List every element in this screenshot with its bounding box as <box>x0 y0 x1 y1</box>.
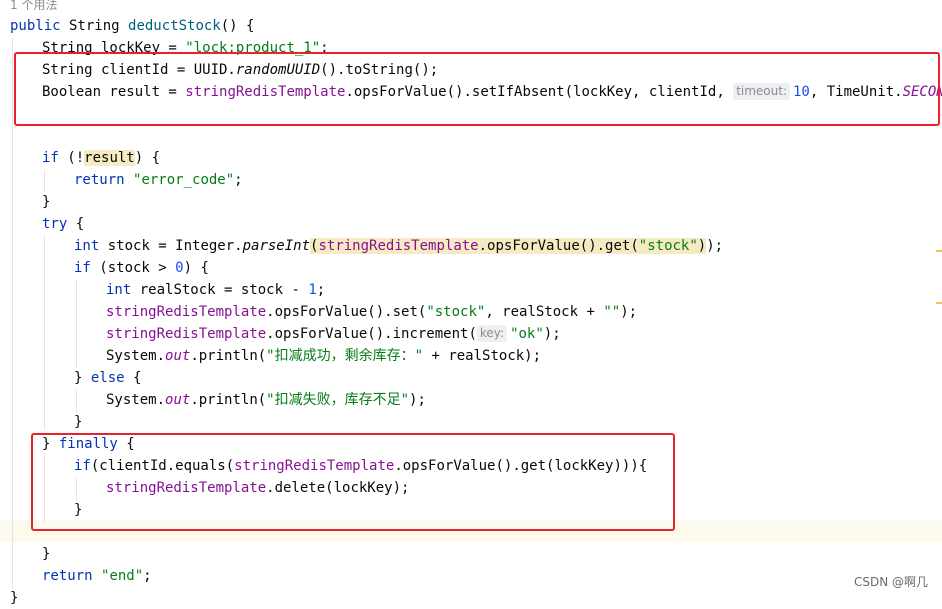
code-text: ; <box>143 568 152 584</box>
code-text: { <box>67 216 85 232</box>
method-name: deductStock <box>128 18 221 34</box>
scrollbar-warning-marker[interactable] <box>936 250 942 252</box>
keyword: else <box>90 370 125 386</box>
parameter-hint: key: <box>476 325 508 342</box>
code-line-increment[interactable]: stringRedisTemplate.opsForValue().increm… <box>106 323 561 345</box>
keyword: if <box>74 260 91 276</box>
code-line-if-result[interactable]: if (!result) { <box>42 147 160 169</box>
keyword: public <box>10 18 61 34</box>
code-text: { <box>124 370 142 386</box>
code-text: } <box>42 546 51 562</box>
indent-guide <box>44 236 45 430</box>
code-line-close-brace[interactable]: } <box>10 587 18 609</box>
code-text: .opsForValue().set( <box>266 304 427 320</box>
code-line-close-brace[interactable]: } <box>74 411 82 433</box>
field-reference: stringRedisTemplate <box>106 304 267 320</box>
indent-guide <box>44 170 45 192</box>
keyword: try <box>42 216 68 232</box>
string-literal: "ok" <box>510 326 544 342</box>
code-text: System. <box>106 348 166 364</box>
code-line-close-brace[interactable]: } <box>42 543 50 565</box>
code-line-method-signature[interactable]: public String deductStock() { <box>10 15 254 37</box>
code-text: () { <box>220 18 255 34</box>
code-line-realstock[interactable]: int realStock = stock - 1; <box>106 279 325 301</box>
code-text: (! <box>58 150 85 166</box>
code-text: ; <box>316 282 326 298</box>
code-text: .println( <box>190 348 267 364</box>
keyword: if <box>42 150 59 166</box>
code-line-return-end[interactable]: return "end"; <box>42 565 152 587</box>
code-text: (stock > <box>90 260 176 276</box>
code-text: } <box>42 194 51 210</box>
keyword: return <box>74 172 125 188</box>
code-text: } <box>74 414 83 430</box>
code-line-else[interactable]: } else { <box>74 367 141 389</box>
static-field-reference: out <box>165 392 191 408</box>
code-line-close-brace[interactable]: } <box>42 191 50 213</box>
keyword: int <box>106 282 132 298</box>
indent-guide <box>12 38 13 588</box>
code-text: System. <box>106 392 166 408</box>
code-text: ); <box>620 304 638 320</box>
string-literal: "error_code" <box>133 172 235 188</box>
usage-hint[interactable]: 1 个用法 <box>10 0 57 12</box>
indent-guide <box>76 390 77 412</box>
code-text: String <box>60 18 129 34</box>
keyword: int <box>74 238 100 254</box>
code-text: } <box>10 590 19 606</box>
string-literal: "end" <box>101 568 144 584</box>
static-field-reference: out <box>165 348 191 364</box>
matched-paren-region: (stringRedisTemplate.opsForValue().get("… <box>310 238 707 254</box>
keyword: return <box>42 568 93 584</box>
method-call: parseInt <box>242 238 311 254</box>
field-reference: stringRedisTemplate <box>106 326 267 342</box>
code-text: ); <box>409 392 426 408</box>
code-text: .println( <box>190 392 267 408</box>
code-text: ) { <box>183 260 209 276</box>
code-text: , realStock + <box>485 304 604 320</box>
code-text: stock = Integer. <box>99 238 243 254</box>
code-line-try[interactable]: try { <box>42 213 84 235</box>
code-line-println-fail[interactable]: System.out.println("扣减失败，库存不足"); <box>106 389 426 411</box>
code-line-if-stock[interactable]: if (stock > 0) { <box>74 257 209 279</box>
code-line-set-stock[interactable]: stringRedisTemplate.opsForValue().set("s… <box>106 301 637 323</box>
code-text: + realStock); <box>423 348 542 364</box>
string-literal: "扣减失败，库存不足" <box>266 392 410 408</box>
code-text: } <box>74 370 91 386</box>
number-literal: 0 <box>175 260 184 276</box>
code-text: ); <box>706 238 724 254</box>
code-text: ); <box>543 326 561 342</box>
string-literal: "stock" <box>426 304 486 320</box>
string-literal: "" <box>603 304 621 320</box>
code-text: ) { <box>134 150 161 166</box>
scrollbar-warning-marker[interactable] <box>936 302 942 304</box>
code-text: .opsForValue().increment( <box>266 326 477 342</box>
code-line-parse-stock[interactable]: int stock = Integer.parseInt(stringRedis… <box>74 235 723 257</box>
code-text: ; <box>234 172 243 188</box>
number-literal: 1 <box>308 282 317 298</box>
code-line-println-success[interactable]: System.out.println("扣减成功，剩余库存：" + realSt… <box>106 345 541 367</box>
string-literal: "扣减成功，剩余库存：" <box>266 348 424 364</box>
code-line-return-error[interactable]: return "error_code"; <box>74 169 243 191</box>
annotation-box-lock-release <box>31 433 675 531</box>
code-text: realStock = stock - <box>131 282 309 298</box>
annotation-box-lock-acquire <box>14 52 940 126</box>
watermark: CSDN @啊几 <box>853 575 928 589</box>
indent-guide <box>76 280 77 368</box>
highlighted-variable: result <box>84 150 135 166</box>
